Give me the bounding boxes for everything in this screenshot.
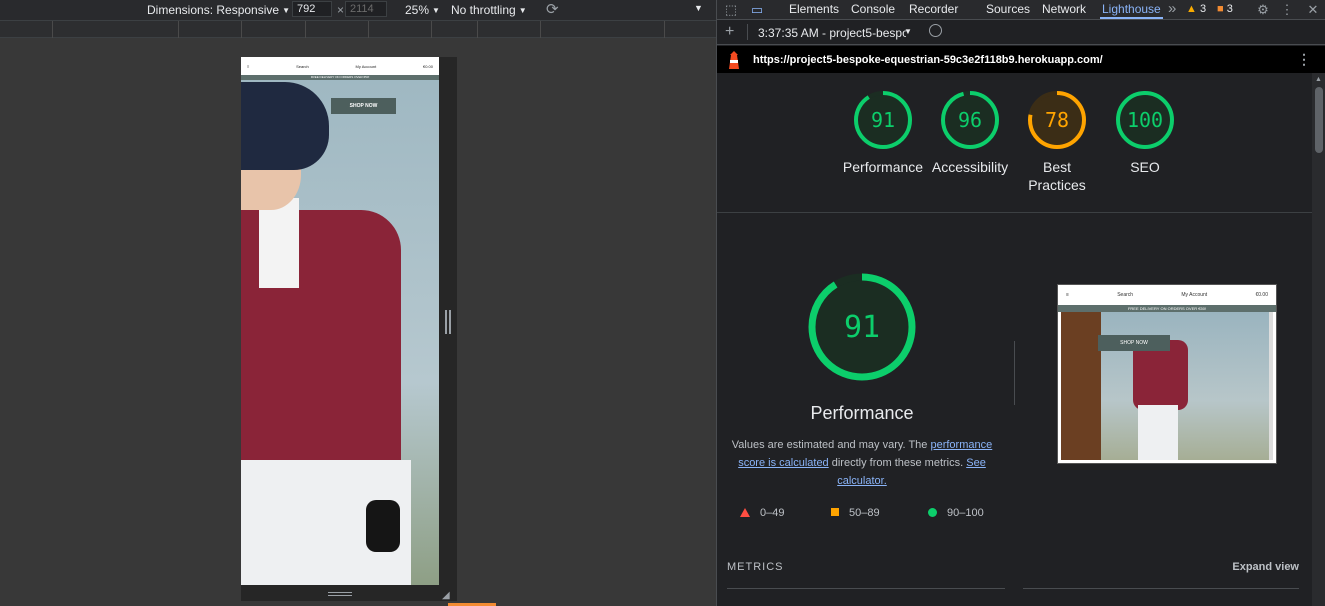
gauge-ring: 100 [1116,91,1174,149]
legend-average: 50–89 [831,507,880,519]
hero-image [241,80,439,585]
gauge-label: Best Practices [1028,159,1086,193]
caret-down-icon: ▼ [432,6,440,15]
performance-title: Performance [810,403,914,423]
device-toolbar: Dimensions: Responsive ▼ 792 × 2114 25% ▼ … [0,0,716,20]
gauge-performance[interactable]: 91 Performance [838,90,928,176]
tab-elements[interactable]: Elements [789,2,839,16]
fail-triangle-icon [740,508,750,517]
performance-description: Values are estimated and may vary. The p… [731,439,993,487]
close-icon[interactable]: ✕ [1305,2,1321,18]
gauge-ring: 96 [941,91,999,149]
score-legend: 0–49 50–89 90–100 [740,507,1000,523]
report-url-bar: https://project5-bespoke-equestrian-59c3… [717,46,1325,73]
more-menu-icon[interactable]: ⋮ [1279,2,1295,18]
clear-icon[interactable] [929,24,942,37]
lighthouse-toolbar: + 3:37:35 AM - project5-bespok ▼ [717,21,1325,45]
new-report-icon[interactable]: + [725,23,734,41]
media-query-ruler[interactable] [0,20,716,38]
legend-fail: 0–49 [740,507,784,519]
average-square-icon [831,508,839,516]
tab-lighthouse[interactable]: Lighthouse [1100,2,1163,19]
lighthouse-logo-icon [729,51,739,69]
rotate-icon[interactable]: ⟳ [546,0,559,18]
resize-corner-icon[interactable]: ◢ [442,590,454,602]
score-summary: 91 Performance 96 Accessibility 78 Best … [717,73,1312,213]
more-options-icon[interactable]: ▼ [694,3,703,13]
performance-score-value: 91 [844,310,880,345]
inspect-element-icon[interactable]: ⬚ [723,2,739,18]
gauge-label: Accessibility [931,159,1009,175]
more-tabs-icon[interactable]: » [1168,0,1176,17]
gauge-label: SEO [1130,159,1160,175]
shop-now-button[interactable]: SHOP NOW [331,98,396,114]
gauge-value: 91 [871,108,895,132]
report-url[interactable]: https://project5-bespoke-equestrian-59c3… [753,54,1103,66]
emulated-page[interactable]: ≡ Search My Account €0.00 FREE DELIVERY … [241,57,439,585]
height-input[interactable]: 2114 [345,1,387,17]
width-input[interactable]: 792 [292,1,332,17]
expand-view-button[interactable]: Expand view [1232,561,1299,573]
scrollbar-thumb[interactable] [1315,87,1323,153]
gauge-seo[interactable]: 100 SEO [1100,90,1190,176]
warning-icon: ▲ [1186,3,1197,15]
gauge-ring: 91 [854,91,912,149]
caret-down-icon: ▼ [282,6,290,15]
menu-icon: ≡ [1066,292,1069,298]
site-search[interactable]: Search [296,64,309,69]
gauge-best-practices[interactable]: 78 Best Practices [1012,90,1102,194]
tab-network[interactable]: Network [1042,2,1086,16]
site-account[interactable]: My Account [356,64,377,69]
section-divider [1014,341,1015,405]
performance-gauge-large: 91 [808,273,916,381]
times-separator: × [337,3,345,17]
site-cart[interactable]: €0.00 [423,64,433,69]
final-screenshot-thumbnail[interactable]: ≡ Search My Account €0.00 FREE DELIVERY … [1057,284,1277,464]
metrics-heading: METRICS [727,561,784,573]
legend-pass: 90–100 [928,507,984,519]
tab-recorder[interactable]: Recorder [909,2,958,16]
gauge-value: 96 [958,108,982,132]
resize-handle-bottom[interactable] [328,592,352,596]
report-selector[interactable]: 3:37:35 AM - project5-bespok [758,26,906,40]
devtools-tabbar: ⬚ ▭ Elements Console Recorder Sources Ne… [717,0,1325,20]
devtools-panel: ⬚ ▭ Elements Console Recorder Sources Ne… [717,0,1325,606]
report-menu-icon[interactable]: ⋮ [1297,51,1311,68]
devtools-window: Dimensions: Responsive ▼ 792 × 2114 25% ▼ … [0,0,1325,606]
menu-icon[interactable]: ≡ [247,64,249,69]
report-scrollbar[interactable]: ▲ [1312,73,1325,606]
site-header: ≡ Search My Account €0.00 [241,57,439,75]
caret-down-icon: ▼ [518,6,527,15]
resize-handle-right[interactable] [445,310,451,334]
gauge-value: 100 [1127,108,1163,132]
zoom-dropdown[interactable]: 25% ▼ [405,3,440,17]
tab-console[interactable]: Console [851,2,895,16]
issue-icon: ■ [1217,3,1224,15]
gauge-ring: 78 [1028,91,1086,149]
gauge-accessibility[interactable]: 96 Accessibility [925,90,1015,176]
device-toggle-icon[interactable]: ▭ [749,2,765,18]
gauge-label: Performance [842,159,924,175]
warnings-badge[interactable]: ▲ 3 [1186,3,1206,15]
dimensions-dropdown[interactable]: Dimensions: Responsive ▼ [147,3,290,17]
caret-down-icon[interactable]: ▼ [904,27,912,36]
gauge-value: 78 [1045,108,1069,132]
throttling-dropdown[interactable]: No throttling ▼ [451,3,527,17]
tab-sources[interactable]: Sources [986,2,1030,16]
scroll-up-icon[interactable]: ▲ [1315,76,1322,83]
pass-circle-icon [928,508,937,517]
settings-gear-icon[interactable]: ⚙ [1255,2,1271,18]
device-emulation-pane: Dimensions: Responsive ▼ 792 × 2114 25% ▼ … [0,0,716,606]
issues-badge[interactable]: ■ 3 [1217,3,1233,15]
